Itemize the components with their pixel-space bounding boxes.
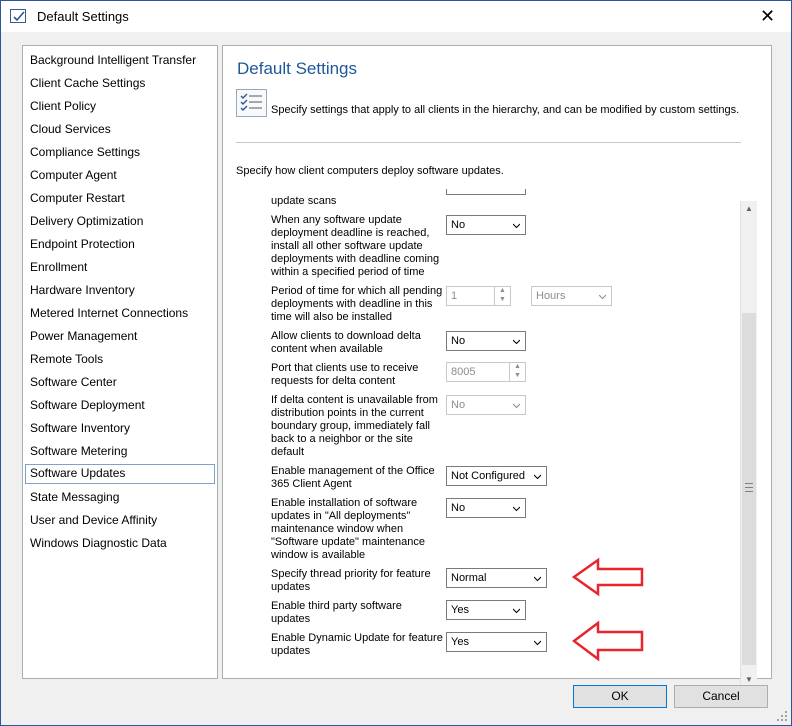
sidebar-item-metered-internet-connections[interactable]: Metered Internet Connections	[25, 304, 215, 324]
thread-priority-select[interactable]: Normal	[446, 568, 547, 588]
scroll-up-icon[interactable]: ▲	[741, 201, 757, 217]
third-party-value: Yes	[451, 604, 469, 616]
office-365-select[interactable]: Not Configured	[446, 466, 547, 486]
stepper-down-icon[interactable]: ▼	[499, 296, 506, 303]
setting-label-update-scans: update scans	[271, 195, 337, 207]
checklist-icon	[236, 89, 267, 117]
setting-label-deadline: When any software update deployment dead…	[271, 214, 440, 278]
period-value: 1	[451, 290, 458, 302]
chevron-down-icon	[534, 576, 541, 582]
page-title: Default Settings	[237, 59, 358, 78]
header-divider	[236, 142, 741, 143]
sidebar-item-client-policy[interactable]: Client Policy	[25, 97, 215, 117]
sidebar-item-background-intelligent-transfer[interactable]: Background Intelligent Transfer	[25, 51, 215, 71]
settings-scrollbar[interactable]: ▲ ▼	[740, 201, 757, 688]
sidebar-item-endpoint-protection[interactable]: Endpoint Protection	[25, 235, 215, 255]
chevron-down-icon	[513, 506, 520, 512]
dynamic-update-value: Yes	[451, 636, 469, 648]
stepper-down-icon[interactable]: ▼	[514, 372, 521, 379]
ok-button[interactable]: OK	[573, 685, 667, 708]
delta-port-stepper[interactable]: 8005 ▲ ▼	[446, 362, 526, 382]
page-description: Specify settings that apply to all clien…	[271, 104, 740, 116]
stepper-up-icon[interactable]: ▲	[499, 287, 506, 294]
chevron-down-icon	[534, 640, 541, 646]
sidebar-item-software-center[interactable]: Software Center	[25, 373, 215, 393]
period-unit-select[interactable]: Hours	[531, 286, 612, 306]
close-button[interactable]: ✕	[745, 2, 790, 31]
dynamic-update-select[interactable]: Yes	[446, 632, 547, 652]
resize-grip-icon[interactable]	[776, 710, 788, 722]
settings-category-list: Background Intelligent Transfer Client C…	[22, 45, 218, 679]
setting-label-period: Period of time for which all pending dep…	[271, 285, 443, 323]
update-scans-field[interactable]	[446, 189, 526, 195]
stepper-buttons[interactable]: ▲ ▼	[494, 287, 510, 305]
setting-label-delta-download: Allow clients to download delta content …	[271, 330, 421, 355]
settings-detail-pane: Default Settings Specify settings that a…	[222, 45, 772, 688]
sidebar-item-software-metering[interactable]: Software Metering	[25, 442, 215, 462]
sidebar-item-delivery-optimization[interactable]: Delivery Optimization	[25, 212, 215, 232]
cancel-button[interactable]: Cancel	[674, 685, 768, 708]
sidebar-item-hardware-inventory[interactable]: Hardware Inventory	[25, 281, 215, 301]
sidebar-item-cloud-services[interactable]: Cloud Services	[25, 120, 215, 140]
setting-label-delta-fallback: If delta content is unavailable from dis…	[271, 394, 438, 458]
delta-fallback-value: No	[451, 399, 466, 411]
third-party-select[interactable]: Yes	[446, 600, 526, 620]
grip-icon	[745, 483, 753, 492]
delta-download-select[interactable]: No	[446, 331, 526, 351]
stepper-up-icon[interactable]: ▲	[514, 363, 521, 370]
maintenance-window-value: No	[451, 502, 466, 514]
setting-label-third-party: Enable third party software updates	[271, 600, 402, 625]
sidebar-item-software-updates[interactable]: Software Updates	[25, 464, 215, 484]
sidebar-item-client-cache-settings[interactable]: Client Cache Settings	[25, 74, 215, 94]
chevron-down-icon	[534, 474, 541, 480]
sidebar-item-state-messaging[interactable]: State Messaging	[25, 488, 215, 508]
scrollbar-thumb[interactable]	[742, 313, 756, 665]
deadline-value: No	[451, 219, 466, 231]
stepper-buttons[interactable]: ▲ ▼	[509, 363, 525, 381]
title-bar: Default Settings ✕	[1, 1, 791, 32]
sidebar-item-software-deployment[interactable]: Software Deployment	[25, 396, 215, 416]
chevron-down-icon	[513, 223, 520, 229]
delta-port-value: 8005	[451, 366, 476, 378]
thread-priority-value: Normal	[451, 572, 487, 584]
sidebar-item-remote-tools[interactable]: Remote Tools	[25, 350, 215, 370]
app-checklist-icon	[10, 9, 26, 23]
red-arrow-icon	[572, 620, 644, 662]
default-settings-window: Default Settings ✕ Background Intelligen…	[0, 0, 792, 726]
sidebar-item-power-management[interactable]: Power Management	[25, 327, 215, 347]
period-stepper[interactable]: 1 ▲ ▼	[446, 286, 511, 306]
delta-download-value: No	[451, 335, 466, 347]
office-365-value: Not Configured	[451, 470, 525, 482]
sidebar-item-windows-diagnostic-data[interactable]: Windows Diagnostic Data	[25, 534, 215, 554]
sidebar-item-computer-agent[interactable]: Computer Agent	[25, 166, 215, 186]
setting-label-thread-priority: Specify thread priority for feature upda…	[271, 568, 431, 593]
sidebar-item-software-inventory[interactable]: Software Inventory	[25, 419, 215, 439]
sidebar-item-user-and-device-affinity[interactable]: User and Device Affinity	[25, 511, 215, 531]
maintenance-window-select[interactable]: No	[446, 498, 526, 518]
chevron-down-icon	[599, 294, 606, 300]
sidebar-item-computer-restart[interactable]: Computer Restart	[25, 189, 215, 209]
setting-label-office-365: Enable management of the Office 365 Clie…	[271, 465, 435, 490]
setting-label-maintenance-window: Enable installation of software updates …	[271, 497, 425, 561]
settings-grid: update scans When any software update de…	[263, 189, 741, 676]
chevron-down-icon	[513, 403, 520, 409]
sidebar-item-enrollment[interactable]: Enrollment	[25, 258, 215, 278]
deadline-select[interactable]: No	[446, 215, 526, 235]
setting-label-dynamic-update: Enable Dynamic Update for feature update…	[271, 632, 443, 657]
window-title: Default Settings	[37, 9, 129, 24]
section-description: Specify how client computers deploy soft…	[236, 165, 504, 177]
period-unit-value: Hours	[536, 290, 566, 302]
red-arrow-icon	[572, 557, 644, 597]
sidebar-item-compliance-settings[interactable]: Compliance Settings	[25, 143, 215, 163]
setting-label-delta-port: Port that clients use to receive request…	[271, 362, 419, 387]
delta-fallback-select[interactable]: No	[446, 395, 526, 415]
chevron-down-icon	[513, 608, 520, 614]
chevron-down-icon	[513, 339, 520, 345]
